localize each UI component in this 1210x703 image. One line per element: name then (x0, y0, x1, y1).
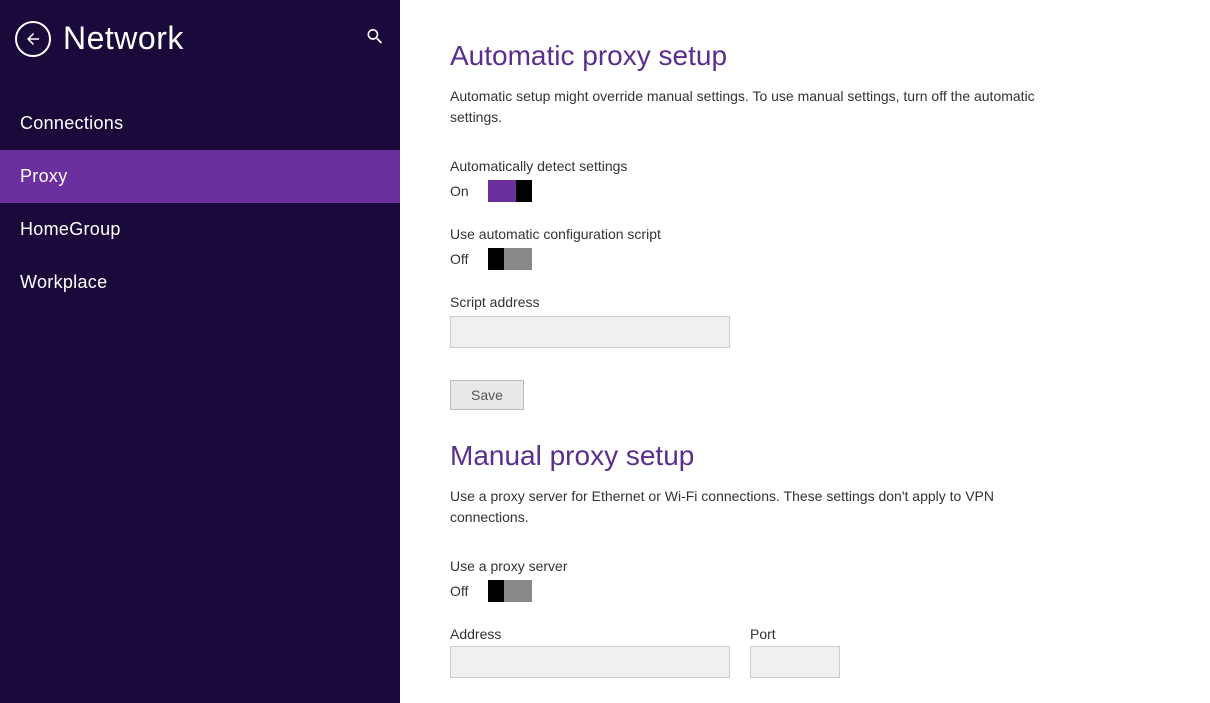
auto-detect-label: Automatically detect settings (450, 158, 1160, 174)
use-proxy-track (488, 580, 532, 602)
sidebar-title: Network (63, 20, 385, 57)
main-content: Automatic proxy setup Automatic setup mi… (400, 0, 1210, 703)
sidebar-header: Network (0, 0, 400, 77)
search-icon[interactable] (365, 26, 385, 51)
use-proxy-setting: Use a proxy server Off (450, 558, 1160, 602)
auto-detect-toggle-row: On (450, 180, 1160, 202)
auto-detect-thumb (516, 180, 532, 202)
auto-config-thumb (488, 248, 504, 270)
sidebar-item-homegroup[interactable]: HomeGroup (0, 203, 400, 256)
auto-config-state: Off (450, 251, 478, 267)
use-proxy-toggle-row: Off (450, 580, 1160, 602)
address-input[interactable] (450, 646, 730, 678)
save-button[interactable]: Save (450, 380, 524, 410)
sidebar-item-workplace[interactable]: Workplace (0, 256, 400, 309)
script-address-label: Script address (450, 294, 1160, 310)
automatic-proxy-title: Automatic proxy setup (450, 40, 1160, 72)
sidebar-nav: Connections Proxy HomeGroup Workplace (0, 97, 400, 309)
auto-config-toggle[interactable] (488, 248, 532, 270)
auto-detect-setting: Automatically detect settings On (450, 158, 1160, 202)
manual-proxy-section: Manual proxy setup Use a proxy server fo… (450, 440, 1160, 678)
use-proxy-toggle[interactable] (488, 580, 532, 602)
port-group: Port (750, 626, 840, 678)
address-label: Address (450, 626, 730, 642)
address-port-row: Address Port (450, 626, 1160, 678)
back-button[interactable] (15, 21, 51, 57)
auto-config-label: Use automatic configuration script (450, 226, 1160, 242)
sidebar-item-connections[interactable]: Connections (0, 97, 400, 150)
automatic-proxy-description: Automatic setup might override manual se… (450, 86, 1070, 128)
use-proxy-label: Use a proxy server (450, 558, 1160, 574)
auto-detect-track (488, 180, 532, 202)
address-group: Address (450, 626, 730, 678)
use-proxy-thumb (488, 580, 504, 602)
use-proxy-state: Off (450, 583, 478, 599)
manual-proxy-title: Manual proxy setup (450, 440, 1160, 472)
auto-config-toggle-row: Off (450, 248, 1160, 270)
port-label: Port (750, 626, 840, 642)
auto-detect-state: On (450, 183, 478, 199)
automatic-proxy-section: Automatic proxy setup Automatic setup mi… (450, 40, 1160, 410)
auto-detect-toggle[interactable] (488, 180, 532, 202)
auto-config-setting: Use automatic configuration script Off (450, 226, 1160, 270)
auto-config-track (488, 248, 532, 270)
sidebar: Network Connections Proxy HomeGroup Work… (0, 0, 400, 703)
sidebar-item-proxy[interactable]: Proxy (0, 150, 400, 203)
manual-proxy-description: Use a proxy server for Ethernet or Wi-Fi… (450, 486, 1070, 528)
port-input[interactable] (750, 646, 840, 678)
script-address-setting: Script address (450, 294, 1160, 348)
script-address-input[interactable] (450, 316, 730, 348)
